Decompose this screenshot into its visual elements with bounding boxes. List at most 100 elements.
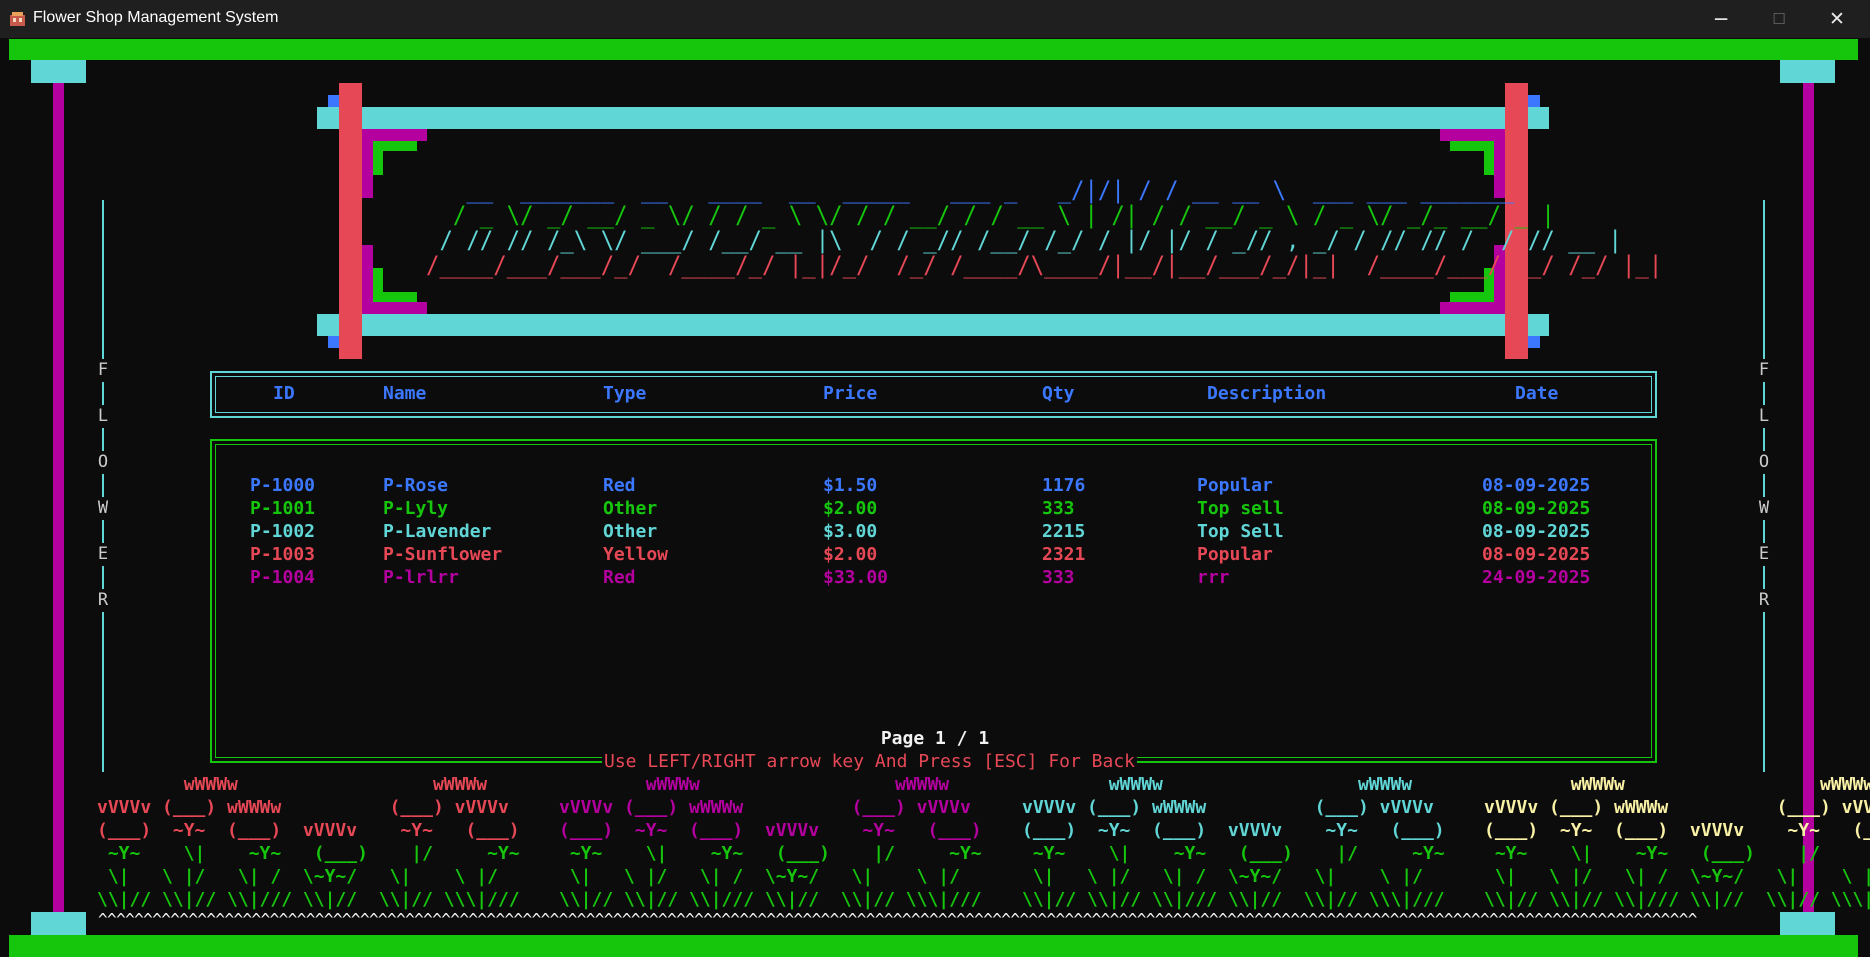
flower-heads: vVVVv (___) wWWWw (___) vVVVv [1022,797,1434,818]
cell-qty: 333 [1042,498,1075,519]
bracket [373,151,383,175]
column-header-description: Description [1207,383,1327,404]
bracket [362,245,373,302]
cell-description: rrr [1197,567,1230,588]
cell-id: P-1001 [250,498,316,519]
side-letter: R [93,589,113,612]
bracket [1440,129,1505,141]
cell-date: 24-09-2025 [1482,567,1591,588]
cell-id: P-1000 [250,475,316,496]
cell-description: Top sell [1197,498,1284,519]
flower-stems: ~Y~ \| ~Y~ (___) |/ ~Y~ [559,843,982,864]
cell-price: $3.00 [823,521,878,542]
cell-qty: 1176 [1042,475,1086,496]
left-frame-pillar [53,83,64,912]
side-letter: R [1754,589,1774,612]
side-letter: O [1754,451,1774,474]
cell-date: 08-09-2025 [1482,521,1591,542]
flower-stems: \\|// \\|// \\|/// \\|// \\|// \\\|/// [97,889,520,910]
banner-accent [1528,95,1540,107]
ascii-line-3: / // // /_\ \/ ___/ /__/ __ |\ / / _// /… [426,226,1622,254]
grass-line: ^^^^^^^^^^^^^^^^^^^^^^^^^^^^^^^^^^^^^^^^… [98,910,1697,929]
flower-stems: \\|// \\|// \\|/// \\|// \\|// \\\|/// [1484,889,1870,910]
flower-heads: wWWWw wWWWw [97,774,488,795]
close-button[interactable]: ✕ [1808,0,1866,38]
column-header-type: Type [603,383,647,404]
cell-name: P-Rose [383,475,449,496]
cell-qty: 2321 [1042,544,1086,565]
flower-heads: (___) ~Y~ (___) vVVVv ~Y~ (___) [97,820,520,841]
flower-heads: wWWWw wWWWw [559,774,950,795]
flower-stems: ~Y~ \| ~Y~ (___) |/ ~Y~ [1022,843,1445,864]
bracket [1450,292,1494,302]
cell-name: P-lrlrr [383,567,459,588]
flower-heads: (___) ~Y~ (___) vVVVv ~Y~ (___) [1022,820,1445,841]
left-side-rule [102,200,104,772]
flower-stems: \\|// \\|// \\|/// \\|// \\|// \\\|/// [559,889,982,910]
bracket [362,141,373,198]
table-header-box-inner [215,376,1652,413]
flower-heads: vVVVv (___) wWWWw (___) vVVVv [1484,797,1870,818]
column-header-price: Price [823,383,878,404]
flower-stems: \| \ |/ \| / \~Y~/ \| \ |/ [1484,866,1870,887]
flower-heads: wWWWw wWWWw [1484,774,1870,795]
cell-type: Red [603,475,636,496]
ascii-line-2: / _ \/ _/ __/ _ \/ / / _ \ \/ / / __/ / … [426,201,1555,229]
bracket [373,292,417,302]
right-side-rule [1763,200,1765,772]
cell-name: P-Lavender [383,521,492,542]
cell-type: Red [603,567,636,588]
side-letter: F [93,359,113,382]
banner-accent [1528,336,1540,348]
flower-stems: \| \ |/ \| / \~Y~/ \| \ |/ [559,866,960,887]
cell-description: Popular [1197,475,1273,496]
cell-date: 08-09-2025 [1482,544,1591,565]
banner-top-bar [317,107,1549,129]
flower-heads: (___) ~Y~ (___) vVVVv ~Y~ (___) [1484,820,1870,841]
bracket [1440,302,1505,314]
cell-price: $2.00 [823,544,878,565]
cell-id: P-1002 [250,521,316,542]
cell-price: $33.00 [823,567,889,588]
cell-name: P-Lyly [383,498,449,519]
side-letter: F [1754,359,1774,382]
cell-date: 08-09-2025 [1482,498,1591,519]
cell-date: 08-09-2025 [1482,475,1591,496]
frame-corner-bottom-left [31,912,86,935]
ascii-line-1: __ _______ __ ____ __ _____ ___ _ _/|/| … [426,176,1515,204]
cell-price: $2.00 [823,498,878,519]
bottom-frame-bar [9,935,1858,957]
cell-description: Popular [1197,544,1273,565]
side-letter: L [1754,405,1774,428]
bracket [1484,151,1494,175]
maximize-button[interactable]: ☐ [1750,0,1808,38]
minimize-button[interactable]: ─ [1692,0,1750,38]
banner-bottom-bar [317,314,1549,336]
flower-heads: wWWWw wWWWw [1022,774,1413,795]
bracket [373,268,383,292]
flower-stems: ~Y~ \| ~Y~ (___) |/ ~Y~ [97,843,520,864]
bracket [362,302,427,314]
column-header-date: Date [1515,383,1559,404]
bracket [373,141,417,151]
cell-id: P-1004 [250,567,316,588]
flower-heads: vVVVv (___) wWWWw (___) vVVVv [97,797,509,818]
cell-qty: 2215 [1042,521,1086,542]
side-letter: L [93,405,113,428]
window-title: Flower Shop Management System [33,9,279,26]
window-title-bar[interactable] [0,0,1870,38]
cell-type: Yellow [603,544,669,565]
cell-type: Other [603,521,658,542]
flower-stems: \| \ |/ \| / \~Y~/ \| \ |/ [1022,866,1423,887]
cell-id: P-1003 [250,544,316,565]
side-letter: W [1754,497,1774,520]
flower-heads: (___) ~Y~ (___) vVVVv ~Y~ (___) [559,820,982,841]
side-letter: E [1754,543,1774,566]
cell-qty: 333 [1042,567,1075,588]
navigation-hint: Use LEFT/RIGHT arrow key And Press [ESC]… [602,751,1138,772]
column-header-name: Name [383,383,427,404]
frame-corner-bottom-right [1780,912,1835,935]
side-letter: O [93,451,113,474]
cell-price: $1.50 [823,475,878,496]
ascii-line-4: /____/___/___/_/ /____/_/ |_|/_/ /_/ /__… [426,251,1663,279]
